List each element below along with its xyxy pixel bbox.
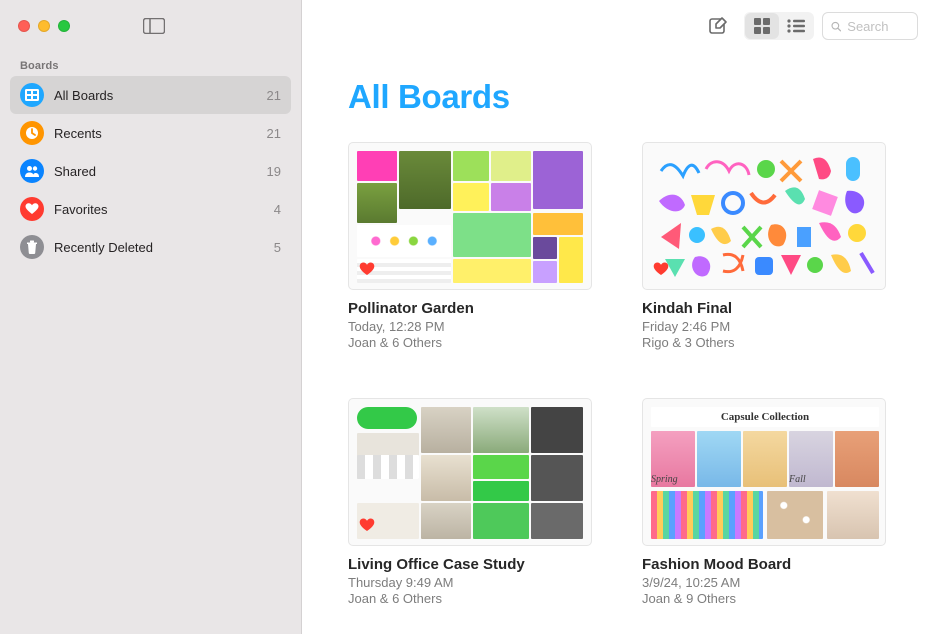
view-switcher [744,12,814,40]
window-controls [18,20,70,32]
toolbar [302,0,932,52]
clock-icon [20,121,44,145]
sidebar-item-favorites[interactable]: Favorites 4 [10,190,291,228]
board-title: Living Office Case Study [348,556,592,573]
board-thumbnail [348,398,592,546]
sidebar-item-label: Recently Deleted [54,240,264,255]
favorite-badge [359,518,375,537]
people-icon [20,159,44,183]
board-timestamp: Thursday 9:49 AM [348,575,592,590]
board-participants: Joan & 6 Others [348,591,592,606]
board-title: Fashion Mood Board [642,556,886,573]
board-participants: Joan & 6 Others [348,335,592,350]
board-participants: Joan & 9 Others [642,591,886,606]
board-title: Kindah Final [642,300,886,317]
sidebar-item-label: All Boards [54,88,257,103]
sidebar-item-label: Favorites [54,202,264,217]
board-thumbnail: Capsule Collection Spring Fall [642,398,886,546]
sidebar-item-recently-deleted[interactable]: Recently Deleted 5 [10,228,291,266]
search-input[interactable] [847,19,909,34]
board-thumbnail [348,142,592,290]
toggle-sidebar-button[interactable] [140,14,168,38]
sidebar-item-recents[interactable]: Recents 21 [10,114,291,152]
new-board-button[interactable] [700,11,736,41]
sidebar-item-count: 19 [267,164,281,179]
sidebar-item-label: Shared [54,164,257,179]
board-card[interactable]: Living Office Case Study Thursday 9:49 A… [348,398,592,606]
board-timestamp: 3/9/24, 10:25 AM [642,575,886,590]
search-field[interactable] [822,12,918,40]
sidebar-item-all-boards[interactable]: All Boards 21 [10,76,291,114]
page-title: All Boards [302,52,932,134]
board-participants: Rigo & 3 Others [642,335,886,350]
board-icon [20,83,44,107]
sidebar-item-shared[interactable]: Shared 19 [10,152,291,190]
minimize-window-button[interactable] [38,20,50,32]
titlebar [0,0,301,52]
board-title: Pollinator Garden [348,300,592,317]
sidebar-section-header: Boards [0,52,301,76]
board-card[interactable]: Kindah Final Friday 2:46 PM Rigo & 3 Oth… [642,142,886,350]
sidebar: Boards All Boards 21 Recents 21 S [0,0,302,634]
favorite-badge [653,262,669,281]
search-icon [831,20,841,33]
close-window-button[interactable] [18,20,30,32]
board-grid: Pollinator Garden Today, 12:28 PM Joan &… [302,134,932,626]
sidebar-item-count: 21 [267,126,281,141]
grid-view-button[interactable] [745,13,779,39]
favorite-badge [359,262,375,281]
main-panel: All Boards [302,0,932,634]
sidebar-list: All Boards 21 Recents 21 Shared 19 [0,76,301,266]
heart-icon [20,197,44,221]
sidebar-item-count: 5 [274,240,281,255]
sidebar-item-label: Recents [54,126,257,141]
board-card[interactable]: Capsule Collection Spring Fall Fashion M… [642,398,886,606]
sidebar-item-count: 21 [267,88,281,103]
board-card[interactable]: Pollinator Garden Today, 12:28 PM Joan &… [348,142,592,350]
board-thumbnail [642,142,886,290]
sidebar-item-count: 4 [274,202,281,217]
trash-icon [20,235,44,259]
board-timestamp: Friday 2:46 PM [642,319,886,334]
board-timestamp: Today, 12:28 PM [348,319,592,334]
list-view-button[interactable] [779,13,813,39]
maximize-window-button[interactable] [58,20,70,32]
